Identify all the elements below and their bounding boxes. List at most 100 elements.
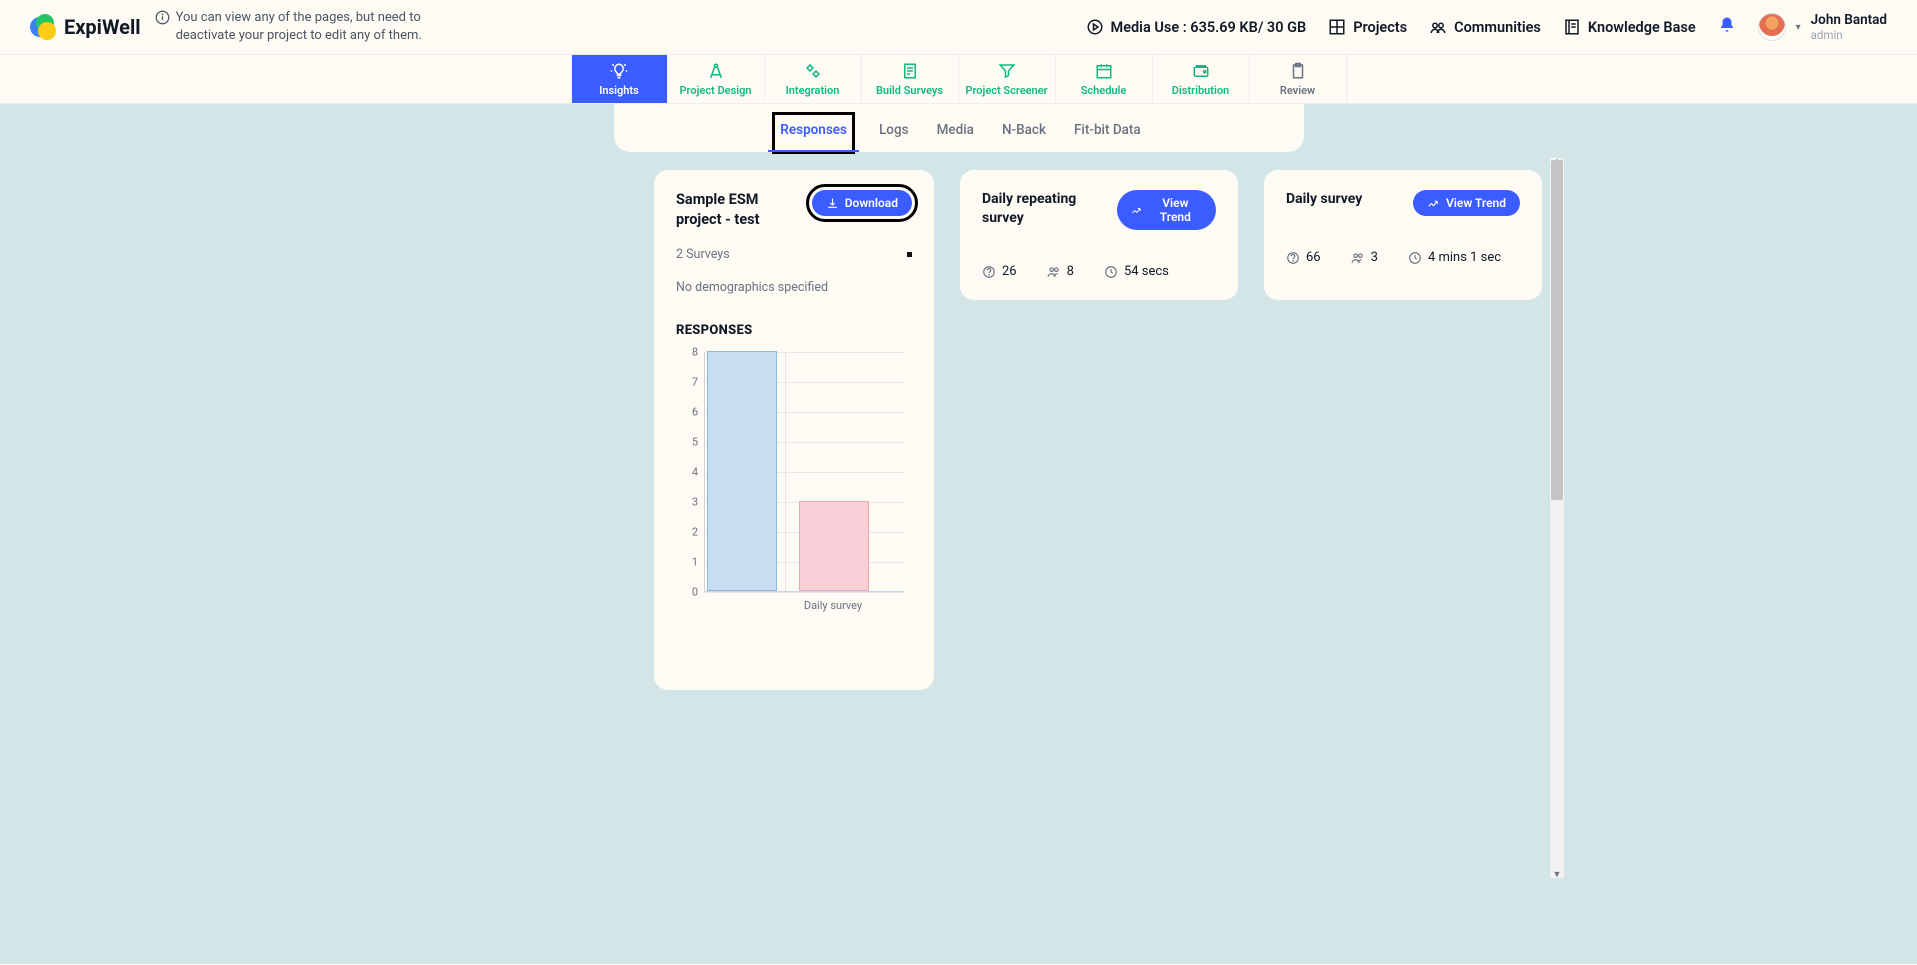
topbar-right: Media Use : 635.69 KB/ 30 GB Projects Co… (1086, 12, 1887, 42)
stat-participants: 3 (1351, 250, 1378, 265)
tab-nback[interactable]: N-Back (1000, 114, 1048, 152)
tab-fitbit-label: Fit-bit Data (1074, 122, 1141, 138)
media-use-link[interactable]: Media Use : 635.69 KB/ 30 GB (1086, 18, 1307, 36)
grid-icon (1328, 18, 1346, 36)
communities-text: Communities (1454, 19, 1541, 36)
knowledge-base-link[interactable]: Knowledge Base (1563, 18, 1696, 36)
demographics-note: No demographics specified (676, 280, 912, 295)
trend-icon (1131, 204, 1143, 217)
y-tick-label: 7 (676, 376, 698, 389)
stat-avg-time: 4 mins 1 sec (1408, 250, 1501, 265)
avatar-icon (1758, 13, 1786, 41)
question-circle-icon (982, 265, 996, 279)
tab-media[interactable]: Media (935, 114, 976, 152)
x-tick-label: Daily survey (804, 599, 862, 612)
survey-title: Daily repeating survey (982, 190, 1107, 228)
communities-icon (1429, 18, 1447, 36)
chevron-down-icon: ▾ (1796, 22, 1801, 33)
media-use-text: Media Use : 635.69 KB/ 30 GB (1111, 19, 1307, 36)
notifications-button[interactable] (1718, 16, 1736, 38)
nav-schedule-label: Schedule (1081, 84, 1127, 97)
projects-link[interactable]: Projects (1328, 18, 1407, 36)
responses-value: 66 (1306, 250, 1321, 265)
tab-nback-label: N-Back (1002, 122, 1046, 138)
tab-media-label: Media (937, 122, 974, 138)
nav-project-design[interactable]: Project Design (668, 55, 765, 103)
tab-logs[interactable]: Logs (877, 114, 911, 152)
responses-heading: RESPONSES (676, 323, 912, 338)
clock-icon (1104, 265, 1118, 279)
view-trend-label: View Trend (1149, 196, 1202, 224)
compass-icon (707, 62, 725, 80)
nav-insights[interactable]: Insights (571, 55, 668, 103)
nav-distribution-label: Distribution (1172, 84, 1229, 97)
user-name: John Bantad (1811, 12, 1887, 28)
view-trend-button[interactable]: View Trend (1413, 190, 1520, 216)
nav-project-screener[interactable]: Project Screener (959, 55, 1056, 103)
nav-integration[interactable]: Integration (765, 55, 862, 103)
y-tick-label: 6 (676, 406, 698, 419)
dot-icon (907, 252, 912, 257)
y-tick-label: 4 (676, 466, 698, 479)
scroll-thumb[interactable] (1551, 160, 1563, 500)
trend-icon (1427, 197, 1440, 210)
y-tick-label: 3 (676, 496, 698, 509)
avg-time-value: 4 mins 1 sec (1428, 250, 1501, 265)
y-tick-label: 5 (676, 436, 698, 449)
survey-title: Daily survey (1286, 190, 1362, 209)
project-title: Sample ESM project - test (676, 190, 802, 229)
nav-project-design-label: Project Design (680, 84, 752, 97)
calendar-icon (1095, 62, 1113, 80)
nav-build-surveys[interactable]: Build Surveys (862, 55, 959, 103)
people-icon (1047, 265, 1061, 279)
clock-icon (1408, 251, 1422, 265)
form-icon (901, 62, 919, 80)
nav-distribution[interactable]: Distribution (1153, 55, 1250, 103)
stat-responses: 26 (982, 264, 1017, 279)
nav-build-surveys-label: Build Surveys (876, 84, 943, 97)
main-nav: Insights Project Design Integration Buil… (0, 55, 1917, 104)
y-tick-label: 1 (676, 556, 698, 569)
y-tick-label: 0 (676, 586, 698, 599)
responses-chart: 012345678Daily survey (676, 352, 906, 612)
play-circle-icon (1086, 18, 1104, 36)
brand-name: ExpiWell (64, 15, 141, 39)
nav-review[interactable]: Review (1250, 55, 1347, 103)
info-text: You can view any of the pages, but need … (176, 9, 475, 44)
people-icon (1351, 251, 1365, 265)
clipboard-icon (1289, 62, 1307, 80)
stat-responses: 66 (1286, 250, 1321, 265)
chart-bar (799, 501, 869, 591)
download-button[interactable]: Download (812, 190, 912, 216)
tab-responses[interactable]: Responses (774, 114, 853, 152)
wallet-icon (1192, 62, 1210, 80)
subtabs: Responses Logs Media N-Back Fit-bit Data (614, 104, 1304, 152)
top-bar: ExpiWell You can view any of the pages, … (0, 0, 1917, 55)
tab-fitbit[interactable]: Fit-bit Data (1072, 114, 1143, 152)
surveys-count: 2 Surveys (676, 247, 730, 262)
brand-logo[interactable]: ExpiWell (30, 14, 141, 40)
tab-responses-label: Responses (780, 122, 847, 138)
gears-icon (804, 62, 822, 80)
lightbulb-icon (610, 62, 628, 80)
survey-card-1: Daily survey View Trend 66 3 (1264, 170, 1542, 300)
view-trend-button[interactable]: View Trend (1117, 190, 1216, 230)
stat-participants: 8 (1047, 264, 1074, 279)
info-icon (155, 10, 170, 25)
avg-time-value: 54 secs (1124, 264, 1169, 279)
scrollbar[interactable]: ▲ ▼ (1550, 158, 1564, 878)
user-menu[interactable]: ▾ John Bantad admin (1758, 12, 1887, 42)
nav-project-screener-label: Project Screener (965, 84, 1047, 97)
y-tick-label: 8 (676, 346, 698, 359)
user-role: admin (1811, 28, 1887, 42)
communities-link[interactable]: Communities (1429, 18, 1541, 36)
view-trend-label: View Trend (1446, 196, 1506, 210)
participants-value: 3 (1371, 250, 1378, 265)
scroll-down-icon[interactable]: ▼ (1550, 869, 1564, 880)
participants-value: 8 (1067, 264, 1074, 279)
content-area: Responses Logs Media N-Back Fit-bit Data… (0, 104, 1917, 964)
projects-text: Projects (1353, 19, 1407, 36)
project-summary-card: Sample ESM project - test Download 2 Sur… (654, 170, 934, 690)
tab-logs-label: Logs (879, 122, 909, 138)
nav-schedule[interactable]: Schedule (1056, 55, 1153, 103)
